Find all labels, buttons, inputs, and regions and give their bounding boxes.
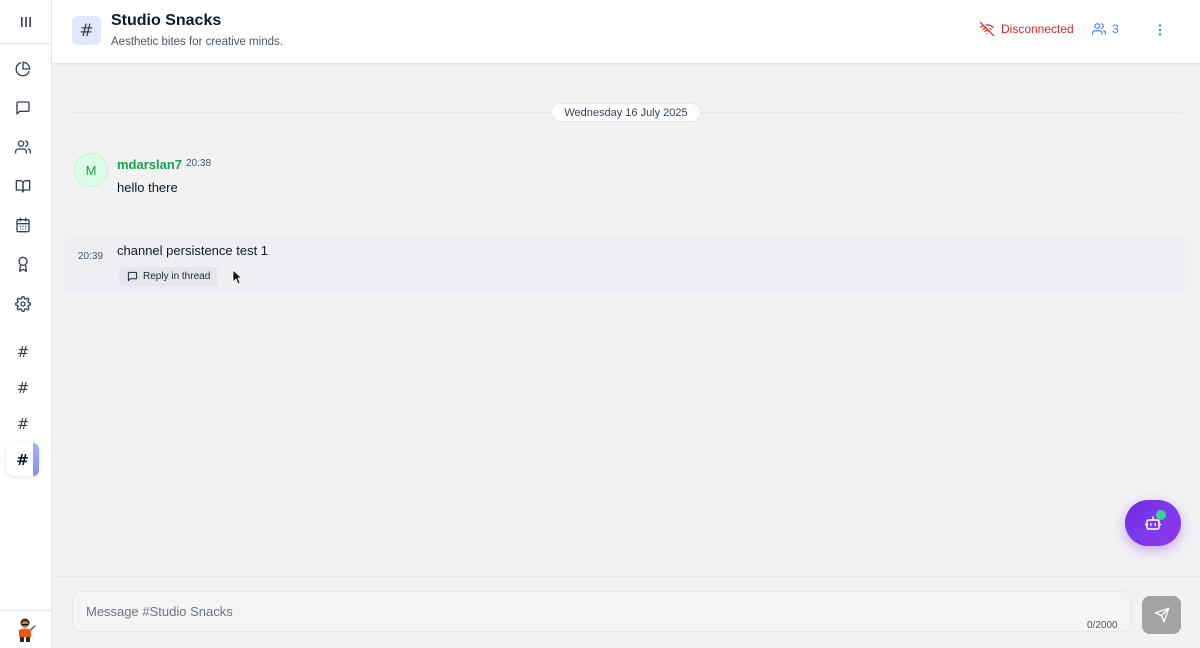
ai-assistant-button[interactable]: [1125, 500, 1181, 546]
message-timestamp: 20:38: [186, 158, 212, 169]
users-icon: [1092, 23, 1106, 35]
channel-link-4-active[interactable]: #: [6, 443, 39, 476]
pie-chart-icon: [15, 61, 31, 77]
menu-icon: [20, 16, 31, 27]
calendar-icon: [16, 217, 30, 233]
channel-hash-icon: #: [72, 16, 101, 45]
character-counter: 0/2000: [1087, 620, 1118, 631]
nav-calendar[interactable]: [11, 213, 35, 237]
message-text: channel persistence test 1: [117, 243, 269, 258]
more-vertical-icon: [1158, 24, 1162, 36]
reply-in-thread-label: Reply in thread: [143, 271, 211, 282]
channel-title: Studio Snacks: [111, 12, 222, 29]
chat-icon: [16, 101, 30, 115]
send-button[interactable]: [1142, 596, 1181, 634]
reply-thread-icon: [127, 271, 138, 282]
message-composer: 0/2000: [52, 576, 1200, 648]
users-icon: [15, 140, 31, 154]
nav-messages[interactable]: [11, 96, 35, 120]
channel-link-2[interactable]: #: [11, 376, 35, 400]
message-input[interactable]: [72, 591, 1131, 632]
user-avatar[interactable]: [15, 617, 37, 643]
connection-status: Disconnected: [980, 22, 1074, 36]
nav-library[interactable]: [11, 174, 35, 198]
send-icon: [1154, 607, 1169, 623]
reply-in-thread-button[interactable]: Reply in thread: [119, 267, 219, 286]
status-label: Disconnected: [1001, 22, 1074, 36]
online-indicator: [1156, 510, 1166, 520]
nav-settings[interactable]: [11, 292, 35, 316]
more-options-button[interactable]: [1150, 20, 1170, 40]
message-username[interactable]: mdarslan7: [117, 157, 182, 172]
message-list: Wednesday 16 July 2025 M mdarslan7 20:38…: [52, 65, 1200, 576]
sidebar: # # # #: [0, 0, 52, 648]
channel-link-1[interactable]: #: [11, 340, 35, 364]
gear-icon: [15, 296, 31, 312]
member-count: 3: [1112, 22, 1119, 36]
date-divider: Wednesday 16 July 2025: [551, 103, 701, 122]
members-button[interactable]: 3: [1092, 22, 1119, 36]
message-timestamp: 20:39: [78, 251, 104, 262]
sidebar-footer: [0, 610, 51, 648]
book-icon: [15, 180, 31, 193]
nav-achievements[interactable]: [11, 252, 35, 276]
award-icon: [18, 256, 28, 272]
mouse-cursor-icon: [232, 269, 242, 285]
wifi-off-icon: [980, 22, 994, 36]
nav-members[interactable]: [11, 135, 35, 159]
channel-header: # Studio Snacks Aesthetic bites for crea…: [52, 0, 1200, 64]
menu-button[interactable]: [0, 0, 51, 44]
channel-link-3[interactable]: #: [11, 412, 35, 436]
message-text: hello there: [117, 180, 178, 195]
channel-description: Aesthetic bites for creative minds.: [111, 36, 283, 48]
nav-dashboard[interactable]: [11, 57, 35, 81]
message-avatar[interactable]: M: [74, 153, 108, 187]
